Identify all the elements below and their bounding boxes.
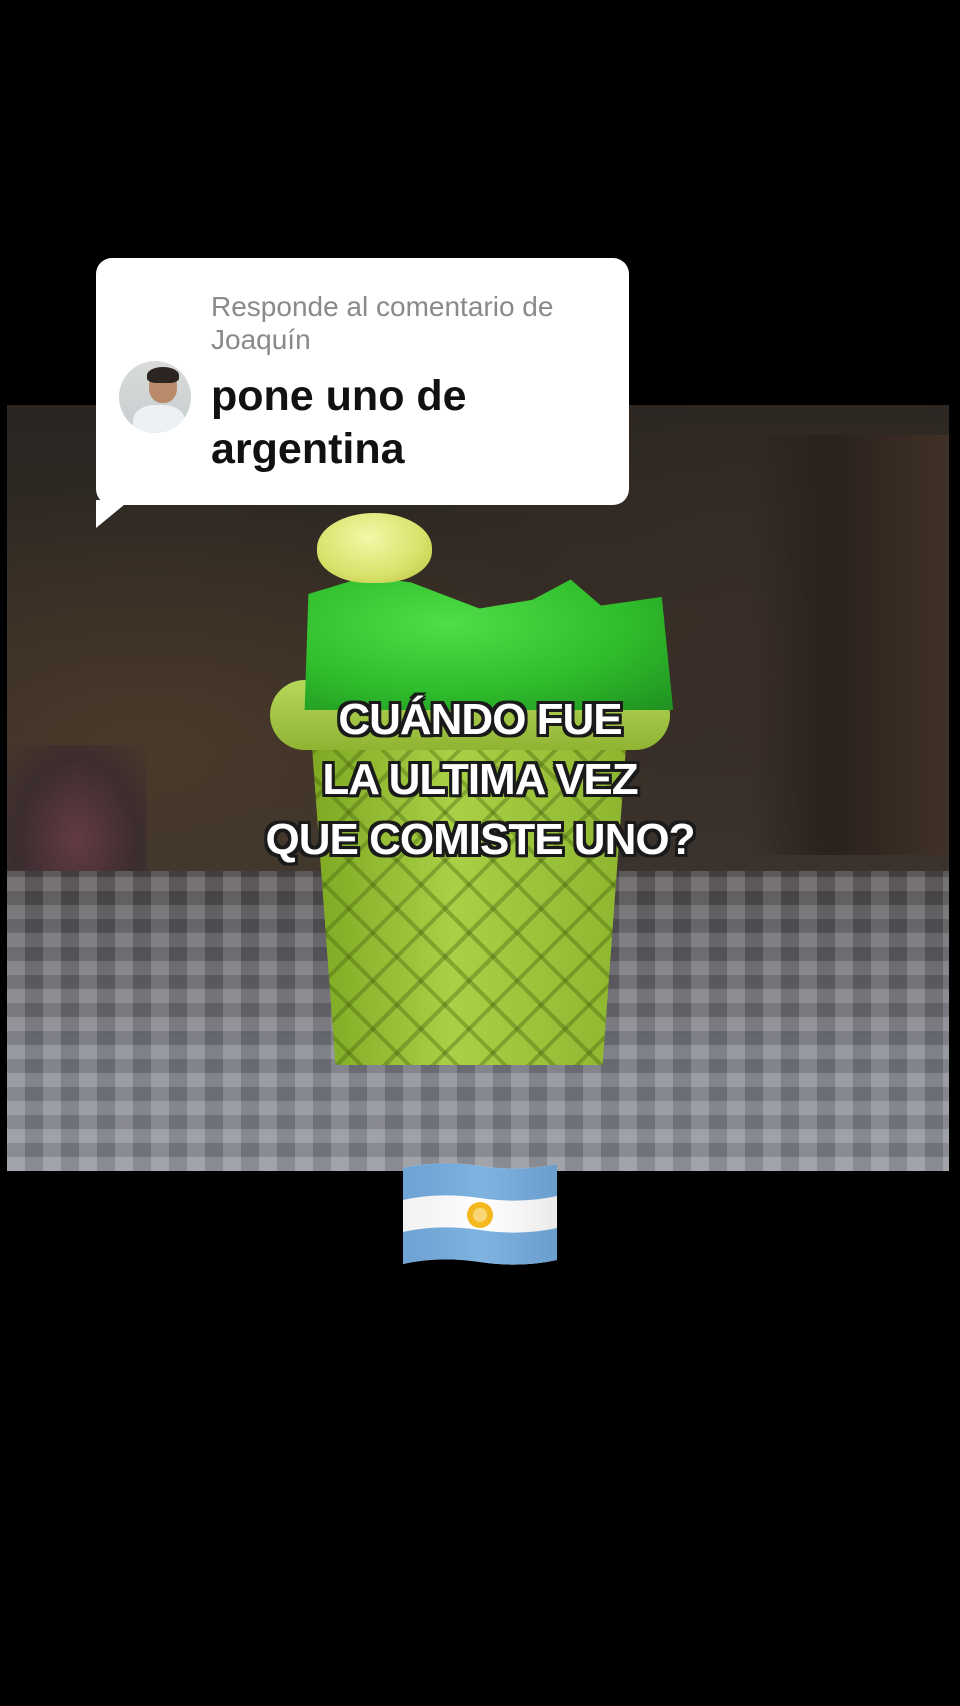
caption-line: CUÁNDO FUE [338, 695, 622, 744]
caption-line: QUE COMISTE UNO? [265, 815, 696, 864]
yellow-topping [317, 513, 432, 583]
argentina-flag-emoji [403, 1163, 557, 1265]
reply-header: Responde al comentario de Joaquín [211, 291, 554, 355]
user-avatar[interactable] [119, 361, 191, 433]
reply-comment-text: pone uno de argentina [211, 372, 467, 473]
reply-comment-bubble[interactable]: Responde al comentario de Joaquín pone u… [96, 258, 629, 505]
caption-line: LA ULTIMA VEZ [322, 755, 638, 804]
video-caption: CUÁNDO FUE LA ULTIMA VEZ QUE COMISTE UNO… [0, 690, 960, 870]
green-jelly-top [304, 576, 674, 710]
